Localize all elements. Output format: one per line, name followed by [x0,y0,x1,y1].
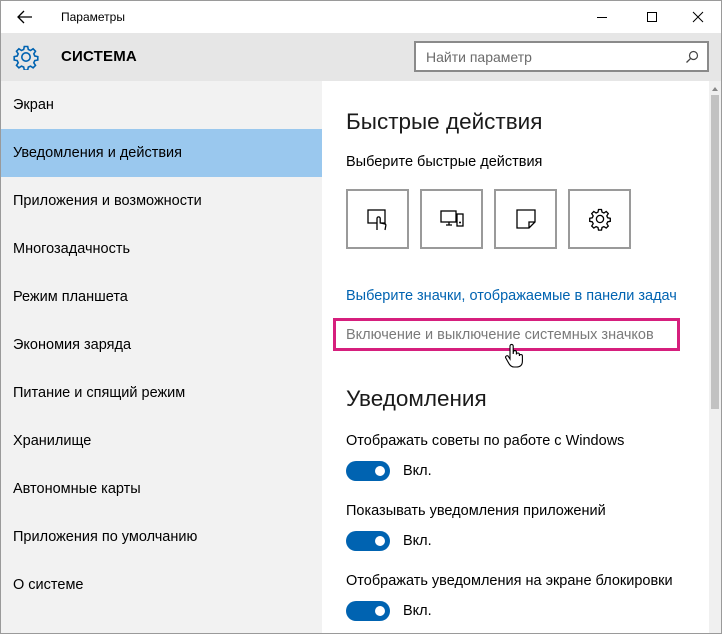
title-bar: Параметры [1,1,721,33]
connect-display-icon [439,210,464,227]
sidebar-item-label: Режим планшета [13,289,128,305]
app-notifications-label: Показывать уведомления приложений [346,503,606,519]
sidebar-item-battery-saver[interactable]: Экономия заряда [1,321,322,369]
sidebar-item-label: Экономия заряда [13,337,132,353]
sidebar-item-default-apps[interactable]: Приложения по умолчанию [1,513,322,561]
toggle-knob [375,466,385,476]
notification-tips-label: Отображать советы по работе с Windows [346,433,625,449]
back-button[interactable] [9,3,41,31]
sidebar-item-label: Приложения и возможности [13,193,202,209]
back-arrow-icon [17,10,32,24]
search-input[interactable]: Найти параметр [414,41,709,72]
tablet-mode-icon [366,209,386,231]
sidebar-item-about[interactable]: О системе [1,561,322,609]
minimize-icon [597,17,607,18]
minimize-button[interactable] [579,1,625,33]
search-icon[interactable] [685,50,699,64]
close-button[interactable] [675,1,721,33]
system-icons-link[interactable]: Включение и выключение системных значков [346,327,654,343]
sidebar-item-label: О системе [13,577,84,593]
sidebar-item-label: Экран [13,97,54,113]
app-notifications-state: Вкл. [403,533,432,549]
page-header: СИСТЕМА Найти параметр [1,33,721,81]
lockscreen-notifications-toggle[interactable] [346,601,390,621]
close-icon [692,11,704,23]
sidebar-item-label: Уведомления и действия [13,145,182,161]
main-content: Быстрые действия Выберите быстрые действ… [322,81,709,633]
toggle-knob [375,536,385,546]
sidebar-item-offline-maps[interactable]: Автономные карты [1,465,322,513]
sidebar-item-tablet-mode[interactable]: Режим планшета [1,273,322,321]
hand-cursor-icon [505,343,523,368]
sidebar-item-label: Хранилище [13,433,92,449]
gear-icon [588,208,611,231]
sidebar-item-label: Многозадачность [13,241,131,257]
notification-tips-toggle[interactable] [346,461,390,481]
lockscreen-notifications-label: Отображать уведомления на экране блокиро… [346,573,673,589]
quick-action-tile-note[interactable] [494,189,557,249]
notifications-heading: Уведомления [346,386,487,411]
maximize-button[interactable] [629,1,675,33]
sidebar-item-label: Питание и спящий режим [13,385,186,401]
scroll-up-arrow-icon[interactable] [711,85,719,93]
settings-window: Параметры СИСТЕМА Найти параметр Экран У… [0,0,722,634]
sidebar-item-display[interactable]: Экран [1,81,322,129]
sidebar-item-notifications[interactable]: Уведомления и действия [1,129,322,177]
quick-actions-heading: Быстрые действия [346,109,543,134]
search-placeholder: Найти параметр [426,49,532,65]
taskbar-icons-link[interactable]: Выберите значки, отображаемые в панели з… [346,288,677,304]
sidebar-item-multitasking[interactable]: Многозадачность [1,225,322,273]
quick-action-tile-connect[interactable] [420,189,483,249]
scrollbar[interactable] [709,81,721,633]
quick-action-tile-settings[interactable] [568,189,631,249]
sidebar-item-label: Приложения по умолчанию [13,529,198,545]
sidebar-item-storage[interactable]: Хранилище [1,417,322,465]
sidebar-item-apps-features[interactable]: Приложения и возможности [1,177,322,225]
gear-icon [13,45,39,70]
note-icon [515,209,536,229]
sidebar-item-label: Автономные карты [13,481,141,497]
page-title: СИСТЕМА [61,48,137,65]
maximize-icon [647,12,657,22]
scroll-thumb[interactable] [711,95,719,409]
quick-action-tile-tablet-mode[interactable] [346,189,409,249]
app-notifications-toggle[interactable] [346,531,390,551]
lockscreen-notifications-state: Вкл. [403,603,432,619]
quick-actions-subheading: Выберите быстрые действия [346,154,543,170]
sidebar-nav: Экран Уведомления и действия Приложения … [1,81,322,633]
toggle-knob [375,606,385,616]
sidebar-item-power-sleep[interactable]: Питание и спящий режим [1,369,322,417]
notification-tips-state: Вкл. [403,463,432,479]
window-title: Параметры [61,10,125,24]
